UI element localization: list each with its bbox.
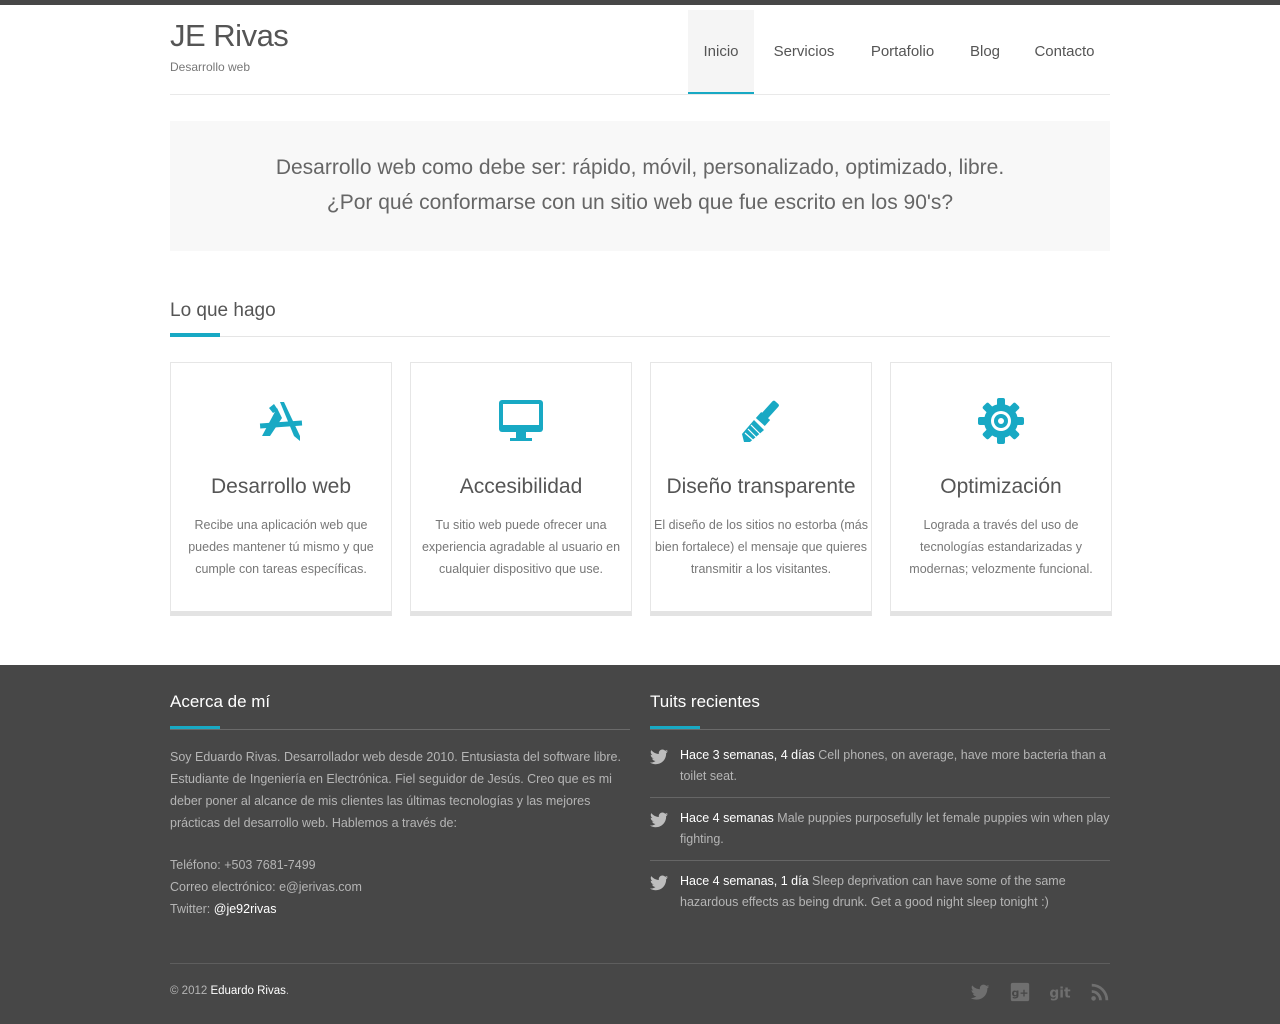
service-card-diseno: Diseño transparente El diseño de los sit… [650,362,872,616]
service-title: Diseño transparente [666,475,856,498]
tweet-text: Hace 4 semanas, 1 día Sleep deprivation … [680,871,1110,913]
git-icon[interactable]: git [1049,981,1071,1003]
nav-servicios[interactable]: Servicios [762,10,846,95]
tweets-title: Tuits recientes [650,692,760,711]
tweet-text: Hace 4 semanas Male puppies purposefully… [680,808,1110,850]
tweets-accent [650,726,700,729]
tweets-divider [650,729,1110,730]
svg-text:g+: g+ [1011,987,1028,1000]
about-twitter: Twitter: @je92rivas [170,902,276,916]
twitter-bird-icon [650,812,668,828]
about-text: Soy Eduardo Rivas. Desarrollador web des… [170,750,621,830]
twitter-icon[interactable] [969,981,991,1003]
nav-contacto[interactable]: Contacto [1027,10,1102,95]
paintbrush-icon [651,396,871,446]
footer: Acerca de mí Soy Eduardo Rivas. Desarrol… [0,665,1280,1024]
copyright-suffix: . [285,985,290,997]
service-text: El diseño de los sitios no estorba (más … [654,518,868,576]
twitter-label: Twitter: [170,902,214,916]
about-divider [170,729,630,730]
rss-icon[interactable] [1089,981,1111,1003]
footer-divider [170,963,1110,964]
hero-line-1: Desarrollo web como debe ser: rápido, mó… [275,156,1005,179]
copyright-name-link[interactable]: Eduardo Rivas [210,985,285,997]
tweet-separator [650,797,1110,798]
svg-text:git: git [1049,986,1071,1002]
nav-inicio[interactable]: Inicio [688,10,754,95]
gear-icon [891,396,1111,446]
tweet-text: Hace 3 semanas, 4 días Cell phones, on a… [680,745,1110,787]
section-divider [170,336,1110,337]
main-nav: Inicio Servicios Portafolio Blog Contact… [0,10,1280,95]
hero-banner: Desarrollo web como debe ser: rápido, mó… [170,121,1110,251]
service-title: Optimización [940,475,1062,498]
about-phone: Teléfono: +503 7681-7499 [170,858,316,872]
pencil-ruler-icon [171,396,391,446]
about-email: Correo electrónico: e@jerivas.com [170,880,362,894]
copyright-prefix: © 2012 [170,985,211,997]
section-accent [170,333,220,337]
about-title: Acerca de mí [170,692,271,711]
service-text: Lograda a través del uso de tecnologías … [909,518,1093,576]
twitter-bird-icon [650,749,668,765]
top-bar [0,0,1280,5]
copyright: © 2012 Eduardo Rivas. [170,985,289,997]
tweet-separator [650,860,1110,861]
service-title: Desarrollo web [210,475,352,498]
service-text: Recibe una aplicación web que puedes man… [188,518,374,576]
tweet-time[interactable]: Hace 4 semanas [680,811,774,825]
service-card-desarrollo: Desarrollo web Recibe una aplicación web… [170,362,392,616]
nav-blog[interactable]: Blog [962,10,1008,95]
nav-portafolio[interactable]: Portafolio [860,10,945,95]
service-card-accesibilidad: Accesibilidad Tu sitio web puede ofrecer… [410,362,632,616]
header-divider [170,94,1110,95]
google-plus-icon[interactable]: g+ [1009,981,1031,1003]
about-accent [170,726,220,729]
twitter-bird-icon [650,875,668,891]
tweet-time[interactable]: Hace 4 semanas, 1 día [680,874,809,888]
service-card-optimizacion: Optimización Lograda a través del uso de… [890,362,1112,616]
hero-line-2: ¿Por qué conformarse con un sitio web qu… [326,191,954,214]
service-text: Tu sitio web puede ofrecer una experienc… [421,518,621,576]
twitter-handle-link[interactable]: @je92rivas [214,902,277,916]
section-title: Lo que hago [170,300,276,321]
monitor-icon [411,396,631,446]
tweet-time[interactable]: Hace 3 semanas, 4 días [680,748,815,762]
service-title: Accesibilidad [459,475,583,498]
